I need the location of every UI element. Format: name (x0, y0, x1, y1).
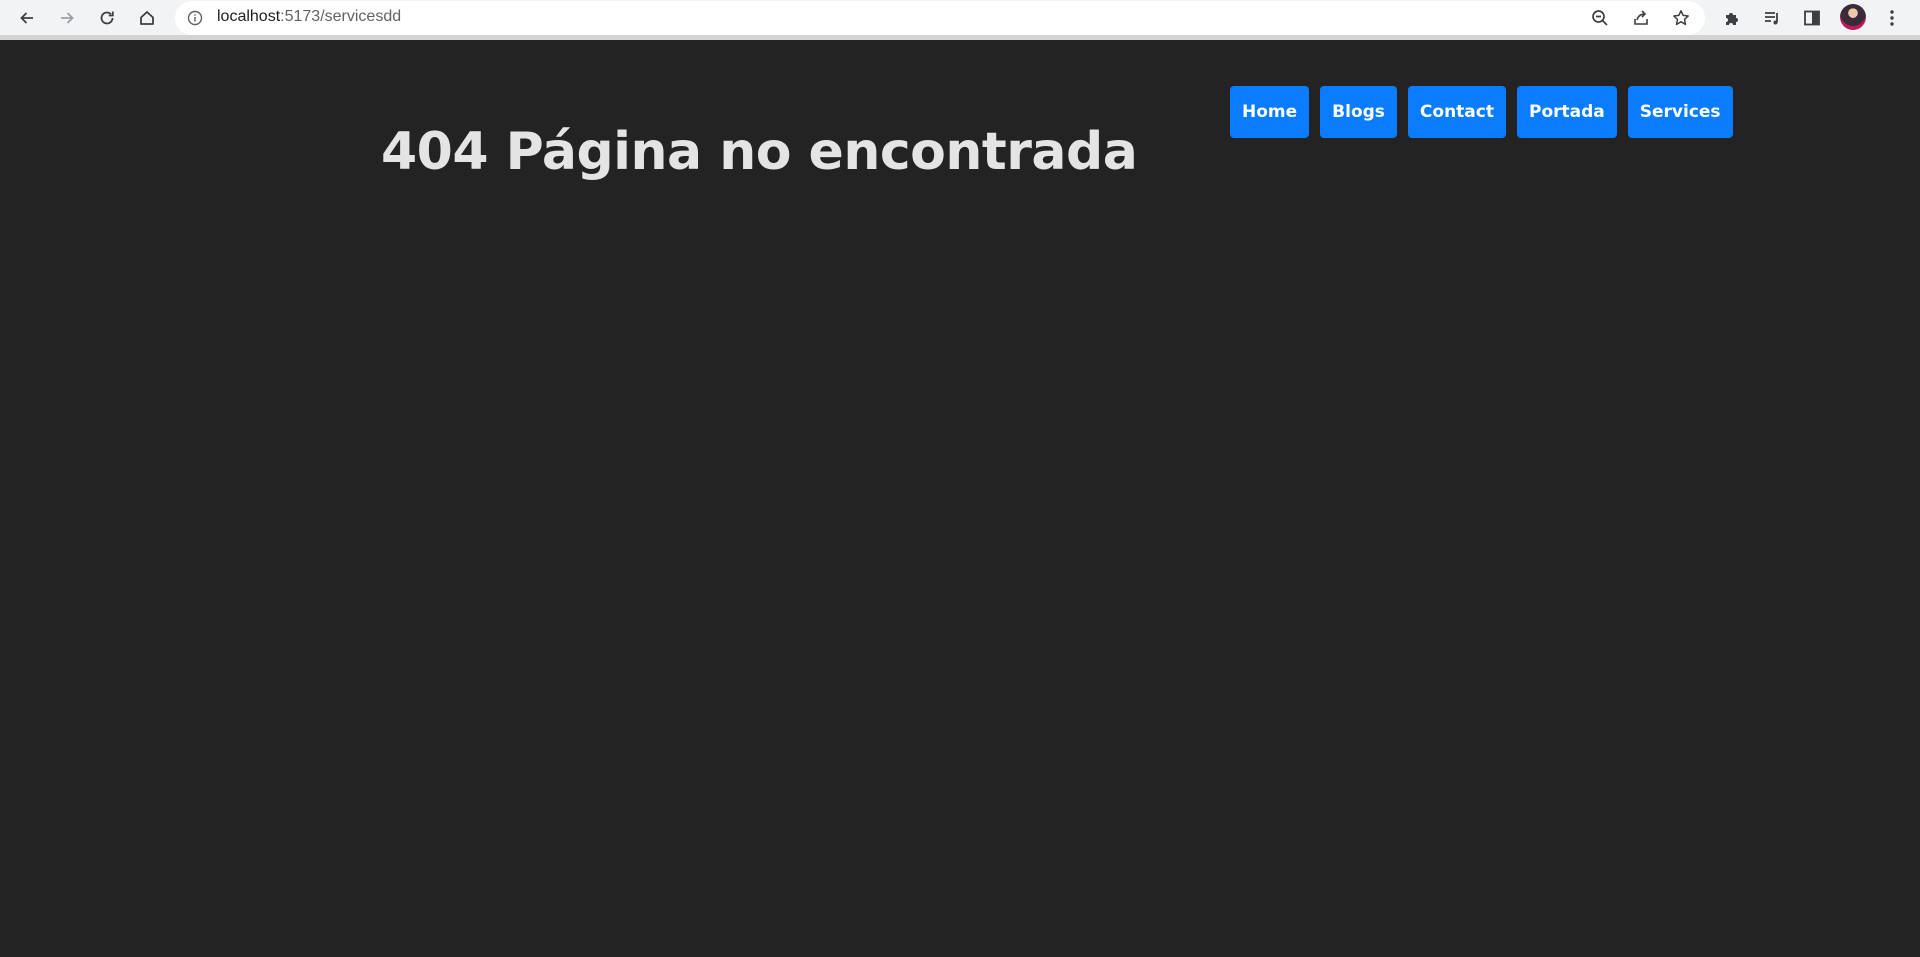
back-arrow-icon[interactable] (13, 4, 41, 32)
nav-portada-button[interactable]: Portada (1516, 86, 1617, 138)
zoom-out-icon[interactable] (1590, 8, 1610, 28)
home-icon[interactable] (133, 4, 161, 32)
star-icon[interactable] (1671, 8, 1691, 28)
info-icon[interactable] (187, 10, 203, 26)
nav-contact-button[interactable]: Contact (1407, 86, 1506, 138)
puzzle-icon[interactable] (1718, 4, 1746, 32)
share-icon[interactable] (1631, 8, 1651, 28)
main-nav: Home Blogs Contact Portada Services (1230, 86, 1733, 138)
url-host: localhost (217, 8, 281, 25)
reload-icon[interactable] (93, 4, 121, 32)
page-title: 404 Página no encontrada (381, 122, 1138, 182)
url-path: :5173/servicesdd (280, 8, 402, 25)
page-content: 404 Página no encontrada Home Blogs Cont… (0, 40, 1920, 957)
nav-blogs-button[interactable]: Blogs (1320, 86, 1397, 138)
side-panel-icon[interactable] (1798, 4, 1826, 32)
url-text[interactable]: localhost:5173/servicesdd (217, 8, 401, 26)
forward-arrow-icon[interactable] (53, 4, 81, 32)
nav-home-button[interactable]: Home (1230, 86, 1310, 138)
browser-toolbar: localhost:5173/servicesdd (0, 0, 1920, 35)
avatar[interactable] (1840, 4, 1866, 30)
address-bar[interactable]: localhost:5173/servicesdd (175, 1, 1705, 35)
kebab-menu-icon[interactable] (1878, 4, 1906, 32)
reading-list-icon[interactable] (1758, 4, 1786, 32)
nav-services-button[interactable]: Services (1627, 86, 1733, 138)
